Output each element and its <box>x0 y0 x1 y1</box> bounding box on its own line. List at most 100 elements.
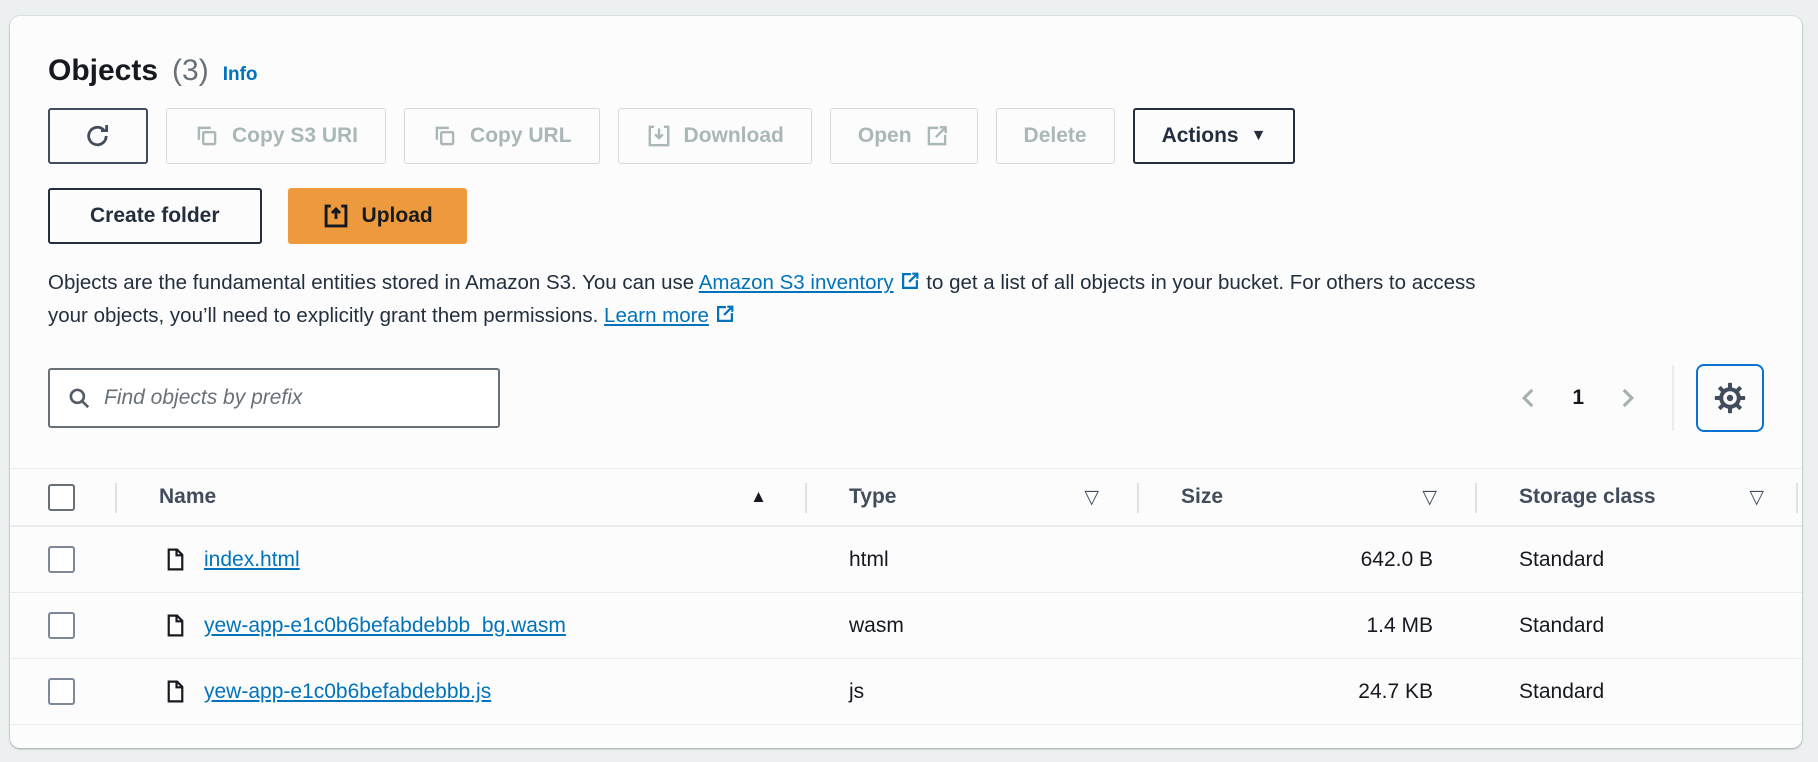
download-label: Download <box>684 124 784 148</box>
table-row: index.html html 642.0 B Standard <box>10 527 1802 593</box>
learn-more-link[interactable]: Learn more <box>604 304 709 327</box>
current-page[interactable]: 1 <box>1556 386 1600 410</box>
select-all-cell <box>10 469 115 525</box>
create-folder-label: Create folder <box>90 204 220 228</box>
delete-button[interactable]: Delete <box>996 108 1115 164</box>
row-checkbox[interactable] <box>48 612 75 639</box>
sort-icon[interactable]: ▽ <box>1084 486 1099 509</box>
copy-s3-uri-button[interactable]: Copy S3 URI <box>166 108 386 164</box>
download-button[interactable]: Download <box>618 108 812 164</box>
column-label: Name <box>159 485 216 509</box>
sort-icon[interactable]: ▽ <box>1749 486 1764 509</box>
file-icon <box>163 613 188 638</box>
column-header-name[interactable]: Name ▲ <box>115 469 805 525</box>
cell-size: 1.4 MB <box>1137 614 1475 638</box>
divider <box>1137 483 1139 513</box>
download-icon <box>646 123 672 149</box>
select-all-checkbox[interactable] <box>48 484 75 511</box>
cell-type: js <box>805 680 1137 704</box>
column-label: Type <box>849 485 896 509</box>
cell-size: 24.7 KB <box>1137 680 1475 704</box>
cell-storage-class: Standard <box>1475 614 1802 638</box>
cell-storage-class: Standard <box>1475 548 1802 572</box>
column-header-size[interactable]: Size ▽ <box>1137 469 1475 525</box>
column-label: Size <box>1181 485 1223 509</box>
divider <box>1475 483 1477 513</box>
copy-s3-uri-label: Copy S3 URI <box>232 124 358 148</box>
file-icon <box>163 679 188 704</box>
objects-panel: Objects (3) Info Copy S3 URI <box>10 16 1802 748</box>
delete-label: Delete <box>1024 124 1087 148</box>
search-box <box>48 368 500 428</box>
open-button[interactable]: Open <box>830 108 978 164</box>
actions-button[interactable]: Actions ▼ <box>1133 108 1296 164</box>
name-cell: yew-app-e1c0b6befabdebbb.js <box>115 679 805 704</box>
preferences-button[interactable] <box>1696 364 1764 432</box>
object-link[interactable]: yew-app-e1c0b6befabdebbb_bg.wasm <box>204 614 566 638</box>
description-text: Objects are the fundamental entities sto… <box>48 271 699 294</box>
table-body: index.html html 642.0 B Standard yew-app… <box>10 527 1802 725</box>
open-label: Open <box>858 124 912 148</box>
cell-type: wasm <box>805 614 1137 638</box>
row-checkbox[interactable] <box>48 678 75 705</box>
copy-url-button[interactable]: Copy URL <box>404 108 600 164</box>
divider <box>805 483 807 513</box>
caret-down-icon: ▼ <box>1251 128 1267 144</box>
panel-header: Objects (3) Info <box>10 54 1802 88</box>
upload-icon <box>322 202 350 230</box>
refresh-icon <box>84 122 112 150</box>
divider <box>1672 365 1674 431</box>
row-select-cell <box>10 593 115 658</box>
cell-type: html <box>805 548 1137 572</box>
sort-ascending-icon[interactable]: ▲ <box>750 487 767 507</box>
pagination: 1 <box>1510 364 1764 432</box>
search-icon <box>66 385 92 411</box>
toolbar-row-1: Copy S3 URI Copy URL Download <box>10 108 1802 164</box>
create-folder-button[interactable]: Create folder <box>48 188 262 244</box>
row-checkbox[interactable] <box>48 546 75 573</box>
chevron-left-icon <box>1516 385 1542 411</box>
column-header-storage-class[interactable]: Storage class ▽ <box>1475 469 1802 525</box>
external-link-icon <box>924 123 950 149</box>
info-link[interactable]: Info <box>223 64 258 86</box>
actions-label: Actions <box>1162 124 1239 148</box>
divider <box>1796 483 1798 513</box>
description-text: your objects, you’ll need to explicitly … <box>48 304 604 327</box>
column-header-type[interactable]: Type ▽ <box>805 469 1137 525</box>
divider <box>115 483 117 513</box>
table-row: yew-app-e1c0b6befabdebbb.js js 24.7 KB S… <box>10 659 1802 725</box>
upload-button[interactable]: Upload <box>288 188 467 244</box>
table-row: yew-app-e1c0b6befabdebbb_bg.wasm wasm 1.… <box>10 593 1802 659</box>
cell-size: 642.0 B <box>1137 548 1475 572</box>
copy-url-label: Copy URL <box>470 124 572 148</box>
amazon-s3-inventory-link[interactable]: Amazon S3 inventory <box>699 271 894 294</box>
objects-description: Objects are the fundamental entities sto… <box>10 266 1755 332</box>
copy-icon <box>432 123 458 149</box>
name-cell: yew-app-e1c0b6befabdebbb_bg.wasm <box>115 613 805 638</box>
copy-icon <box>194 123 220 149</box>
file-icon <box>163 547 188 572</box>
row-select-cell <box>10 527 115 592</box>
previous-page-button[interactable] <box>1510 379 1548 417</box>
object-count: (3) <box>172 54 209 88</box>
gear-icon <box>1714 382 1746 414</box>
external-link-icon <box>899 270 921 292</box>
search-input[interactable] <box>104 386 482 410</box>
sort-icon[interactable]: ▽ <box>1422 486 1437 509</box>
column-label: Storage class <box>1519 485 1656 509</box>
name-cell: index.html <box>115 547 805 572</box>
cell-storage-class: Standard <box>1475 680 1802 704</box>
filter-row: 1 <box>10 364 1802 432</box>
object-link[interactable]: index.html <box>204 548 300 572</box>
external-link-icon <box>714 303 736 325</box>
chevron-right-icon <box>1614 385 1640 411</box>
table-header-row: Name ▲ Type ▽ Size ▽ Storage class ▽ <box>10 469 1802 527</box>
description-line-1: Objects are the fundamental entities sto… <box>48 266 1717 299</box>
description-line-2: your objects, you’ll need to explicitly … <box>48 299 1717 332</box>
upload-label: Upload <box>362 204 433 228</box>
refresh-button[interactable] <box>48 108 148 164</box>
page-title: Objects <box>48 54 158 88</box>
object-link[interactable]: yew-app-e1c0b6befabdebbb.js <box>204 680 491 704</box>
next-page-button[interactable] <box>1608 379 1646 417</box>
row-select-cell <box>10 659 115 724</box>
